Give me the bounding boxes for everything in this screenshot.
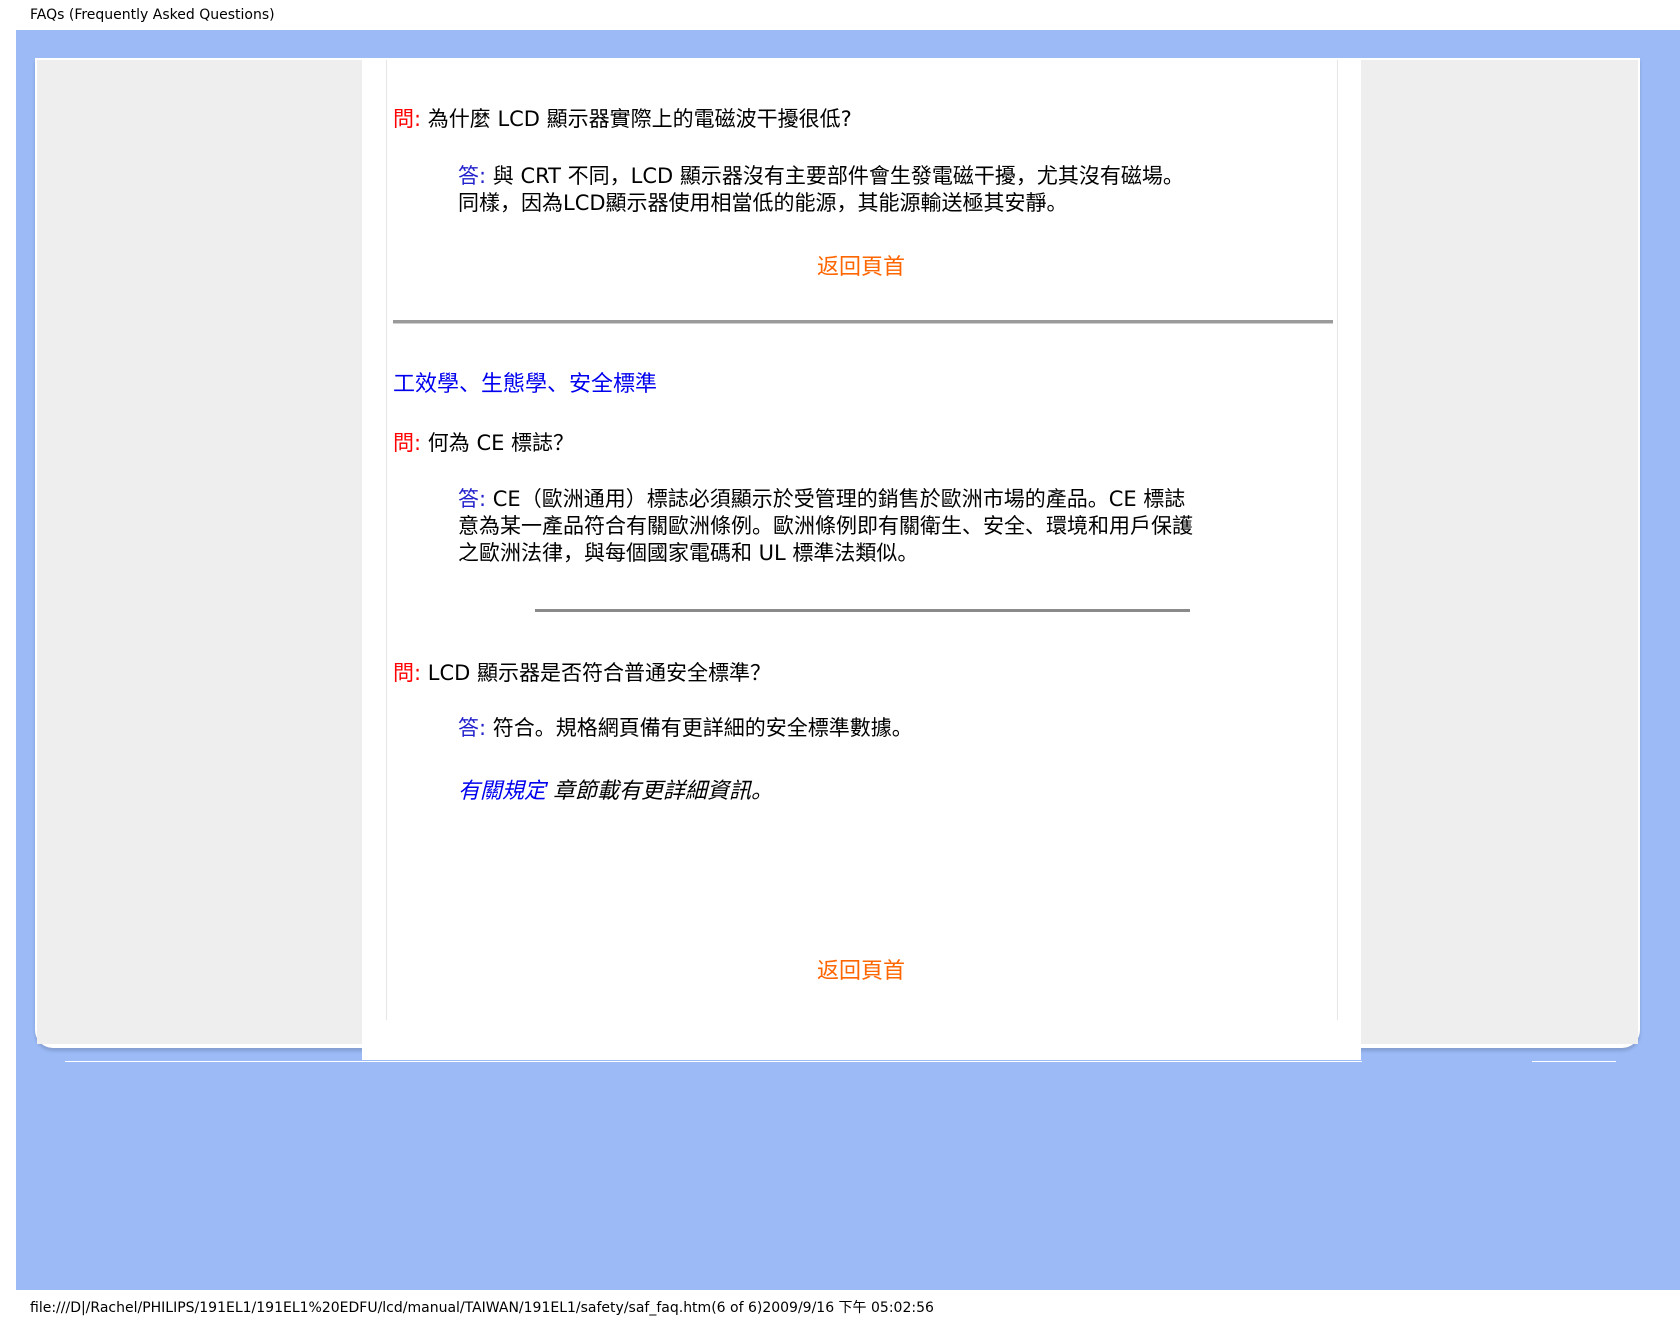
answer-label: 答:	[458, 487, 487, 511]
section-divider	[393, 320, 1333, 324]
question-label: 問:	[393, 431, 422, 455]
question-label: 問:	[393, 661, 422, 685]
answer-label: 答:	[458, 716, 487, 740]
answer-text: 符合。規格網頁備有更詳細的安全標準數據。	[492, 716, 913, 740]
bottom-divider-right	[1532, 1061, 1616, 1062]
question-text: 為什麼 LCD 顯示器實際上的電磁波干擾很低?	[427, 107, 852, 131]
answer-text: 與 CRT 不同，LCD 顯示器沒有主要部件會生發電磁干擾，尤其沒有磁場。	[492, 164, 1184, 188]
answer-line: 之歐洲法律，與每個國家電碼和 UL 標準法類似。	[458, 541, 919, 565]
left-gutter	[37, 60, 362, 1044]
answer-line: 答: CE（歐洲通用）標誌必須顯示於受管理的銷售於歐洲市場的產品。CE 標誌	[458, 486, 1193, 513]
section-heading: 工效學、生態學、安全標準	[393, 372, 658, 397]
answer-label: 答:	[458, 164, 487, 188]
back-to-top-link[interactable]: 返回頁首	[817, 249, 905, 281]
faq-question-ce: 問: 何為 CE 標誌？	[393, 427, 574, 457]
page-header-title: FAQs (Frequently Asked Questions)	[30, 7, 275, 23]
faq-answer-safety: 答: 符合。規格網頁備有更詳細的安全標準數據。	[458, 715, 913, 742]
faq-divider	[535, 609, 1190, 612]
answer-line: 意為某一產品符合有關歐洲條例。歐洲條例即有關衛生、安全、環境和用戶保護	[458, 514, 1193, 538]
answer-line: 答: 符合。規格網頁備有更詳細的安全標準數據。	[458, 715, 913, 742]
question-text: LCD 顯示器是否符合普通安全標準？	[427, 661, 771, 685]
content-border-left	[386, 60, 387, 1020]
back-to-top-link-bottom[interactable]: 返回頁首	[817, 953, 905, 985]
faq-question-safety: 問: LCD 顯示器是否符合普通安全標準？	[393, 657, 771, 687]
faq-answer-ce: 答: CE（歐洲通用）標誌必須顯示於受管理的銷售於歐洲市場的產品。CE 標誌 意…	[458, 486, 1193, 567]
answer-line: 同樣，因為LCD顯示器使用相當低的能源，其能源輸送極其安靜。	[458, 191, 1068, 215]
regulatory-link[interactable]: 有關規定	[458, 779, 546, 804]
bottom-divider	[65, 1061, 1362, 1062]
question-label: 問:	[393, 107, 422, 131]
regulatory-suffix: 章節載有更詳細資訊。	[546, 779, 774, 804]
faq-question-emi: 問: 為什麼 LCD 顯示器實際上的電磁波干擾很低?	[393, 103, 852, 133]
page-footer-path: file:///D|/Rachel/PHILIPS/191EL1/191EL1%…	[30, 1300, 934, 1316]
right-gutter	[1361, 60, 1638, 1044]
content-border-right	[1337, 60, 1338, 1020]
answer-line: 答: 與 CRT 不同，LCD 顯示器沒有主要部件會生發電磁干擾，尤其沒有磁場。	[458, 163, 1184, 190]
answer-text: CE（歐洲通用）標誌必須顯示於受管理的銷售於歐洲市場的產品。CE 標誌	[492, 487, 1186, 511]
regulatory-note: 有關規定 章節載有更詳細資訊。	[458, 773, 773, 805]
faq-answer-emi: 答: 與 CRT 不同，LCD 顯示器沒有主要部件會生發電磁干擾，尤其沒有磁場。…	[458, 163, 1184, 217]
question-text: 何為 CE 標誌？	[427, 431, 575, 455]
